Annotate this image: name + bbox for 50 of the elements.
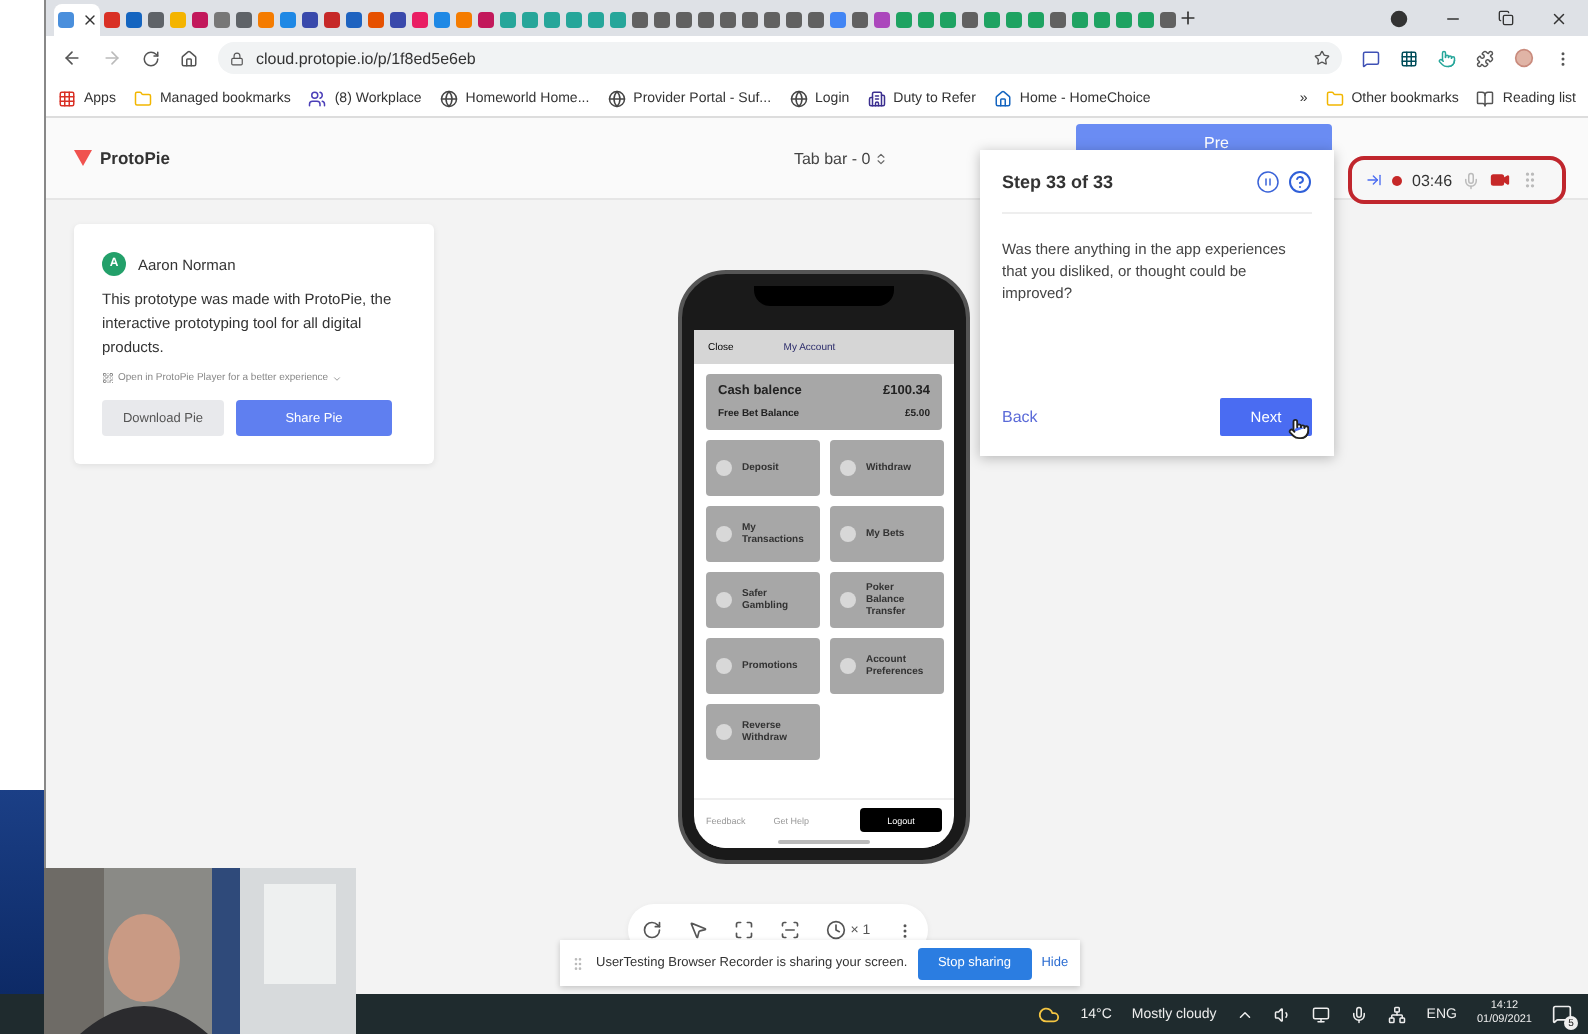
house-icon [993, 89, 1012, 107]
globe-icon [789, 89, 808, 107]
close-icon[interactable] [1550, 9, 1568, 27]
rotate-icon[interactable] [641, 920, 662, 940]
collapse-icon[interactable] [1366, 172, 1382, 188]
speaker-icon[interactable] [1274, 1005, 1293, 1023]
globe-icon [607, 89, 626, 107]
step-title: Step 33 of 33 [1002, 172, 1114, 192]
extension-icon[interactable] [1362, 49, 1380, 67]
building-icon [867, 89, 886, 107]
protopie-logo: ProtoPie [74, 148, 170, 168]
pause-icon[interactable] [1256, 170, 1280, 194]
drag-handle-icon[interactable] [570, 955, 586, 971]
apps-icon [58, 89, 76, 107]
restore-icon[interactable] [1498, 10, 1514, 26]
chevron-down-icon [332, 373, 343, 383]
home-icon[interactable] [180, 49, 198, 67]
scan-icon[interactable] [780, 920, 801, 940]
back-link[interactable]: Back [1002, 408, 1038, 426]
extensions-icon[interactable] [1476, 49, 1494, 67]
microphone-icon[interactable] [1350, 1005, 1369, 1023]
back-icon[interactable] [62, 48, 82, 68]
clock-icon [826, 920, 847, 940]
globe-icon [439, 89, 458, 107]
help-icon[interactable] [1288, 170, 1312, 194]
close-icon[interactable] [81, 12, 97, 28]
qr-code-icon [102, 372, 114, 384]
new-tab-icon[interactable] [1178, 8, 1198, 28]
monitor-icon[interactable] [1312, 1005, 1331, 1023]
hand-cursor-icon [1288, 418, 1310, 440]
scene-selector[interactable]: Tab bar - 0 [793, 149, 889, 167]
profile-icon[interactable] [1390, 9, 1408, 27]
phone-notch [754, 286, 894, 306]
folder-icon [133, 89, 152, 107]
lock-icon [230, 51, 244, 65]
notification-icon [1552, 1004, 1572, 1024]
recording-time: 03:46 [1412, 171, 1453, 189]
network-icon[interactable] [1388, 1005, 1407, 1023]
reading-list-icon [1476, 89, 1495, 107]
people-icon [308, 89, 327, 107]
pointer-icon[interactable] [687, 920, 708, 940]
fullscreen-icon[interactable] [733, 920, 754, 940]
folder-icon [1325, 89, 1344, 107]
cloud-icon [1038, 1003, 1061, 1025]
bookmark-star-icon[interactable] [1314, 50, 1330, 66]
chevron-icon [874, 151, 889, 165]
extension-icon[interactable] [1400, 49, 1418, 67]
video-camera-icon[interactable] [1490, 170, 1511, 190]
reload-icon[interactable] [142, 49, 160, 67]
address-bar[interactable]: cloud.protopie.io/p/1f8ed5e6eb [218, 42, 1342, 74]
